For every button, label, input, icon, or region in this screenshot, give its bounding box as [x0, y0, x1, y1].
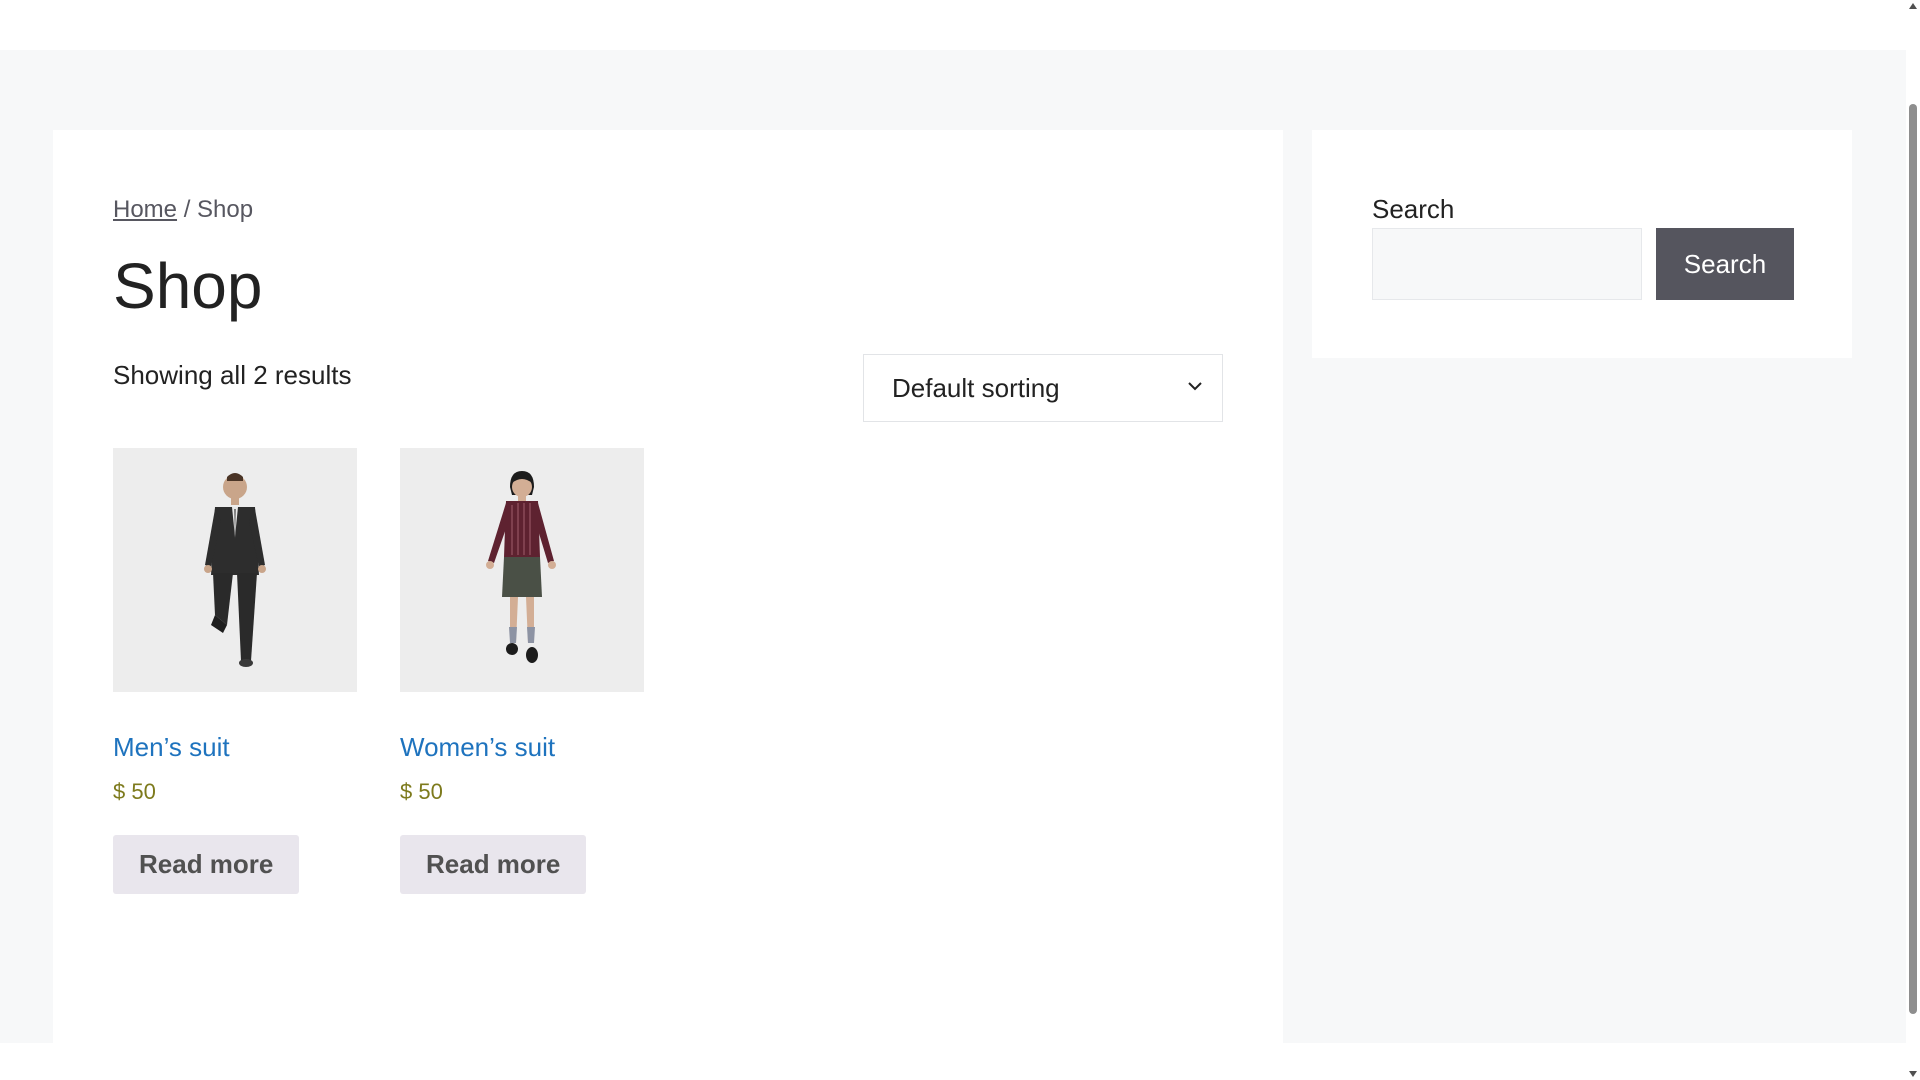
- product-title-link[interactable]: Women’s suit: [400, 732, 646, 763]
- breadcrumb-current: Shop: [197, 196, 254, 223]
- search-input[interactable]: [1372, 228, 1642, 300]
- search-button[interactable]: Search: [1656, 228, 1794, 300]
- breadcrumb-home-link[interactable]: Home: [113, 196, 177, 223]
- product-price: $ 50: [113, 779, 156, 804]
- mens-suit-figure-icon: [204, 473, 266, 667]
- page-title: Shop: [113, 250, 263, 322]
- product-card: Men’s suit $ 50 Read more: [113, 448, 359, 894]
- result-count: Showing all 2 results: [113, 360, 352, 390]
- product-image[interactable]: [400, 448, 644, 692]
- sidebar-search-widget: Search Search: [1312, 130, 1852, 358]
- scroll-up-arrow-icon[interactable]: [1908, 2, 1918, 10]
- breadcrumb: Home / Shop: [113, 196, 253, 224]
- page-background: Home / Shop Shop Showing all 2 results D…: [0, 50, 1906, 1062]
- search-label: Search: [1372, 194, 1455, 224]
- scrollbar-thumb[interactable]: [1909, 104, 1917, 1014]
- sort-select-value: Default sorting: [892, 372, 1060, 403]
- main-content: Home / Shop Shop Showing all 2 results D…: [53, 130, 1283, 1062]
- product-price: $ 50: [400, 779, 443, 804]
- scroll-down-arrow-icon[interactable]: [1908, 1070, 1918, 1078]
- chevron-down-icon: [1188, 382, 1202, 391]
- product-card: Women’s suit $ 50 Read more: [400, 448, 646, 894]
- read-more-button[interactable]: Read more: [113, 835, 300, 894]
- sort-select[interactable]: Default sorting: [863, 354, 1223, 422]
- page-scrollbar[interactable]: [1906, 0, 1920, 1080]
- breadcrumb-separator: /: [177, 196, 198, 223]
- product-title-link[interactable]: Men’s suit: [113, 732, 359, 763]
- womens-suit-figure-icon: [486, 471, 556, 663]
- read-more-button[interactable]: Read more: [400, 835, 587, 894]
- product-image[interactable]: [113, 448, 357, 692]
